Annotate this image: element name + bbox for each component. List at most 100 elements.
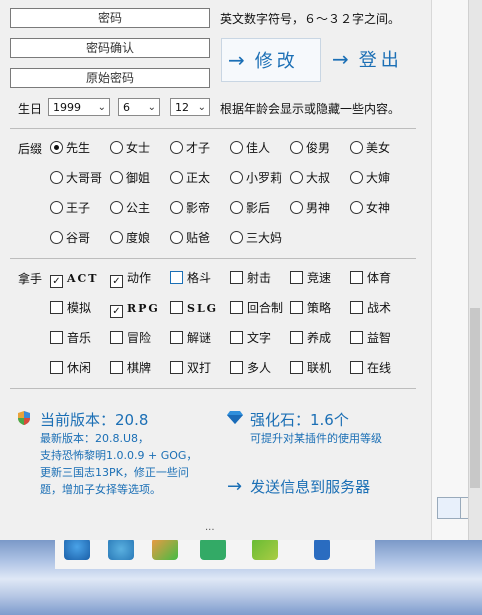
checkbox[interactable] (110, 331, 123, 344)
app-icon-3[interactable] (152, 538, 178, 560)
checkbox[interactable] (230, 331, 243, 344)
suffix-option[interactable]: 女神 (350, 200, 390, 216)
skill-option[interactable]: 竞速 (290, 270, 331, 286)
skill-option[interactable]: 在线 (350, 360, 391, 376)
checkbox[interactable] (230, 361, 243, 374)
radio-button[interactable] (170, 201, 183, 214)
send-to-server-link[interactable]: → 发送信息到服务器 (227, 476, 370, 497)
suffix-option[interactable]: 大叔 (290, 170, 330, 186)
day-select[interactable]: 12 ⌄ (170, 98, 210, 116)
checkbox[interactable] (170, 361, 183, 374)
skill-option[interactable]: SLG (170, 300, 218, 316)
radio-button[interactable] (170, 141, 183, 154)
skill-option[interactable]: 养成 (290, 330, 331, 346)
skill-option[interactable]: 棋牌 (110, 360, 151, 376)
suffix-option[interactable]: 谷哥 (50, 230, 90, 246)
suffix-option[interactable]: 女士 (110, 140, 150, 156)
app-icon-5[interactable] (252, 538, 278, 560)
radio-button[interactable] (350, 141, 363, 154)
checkbox[interactable] (50, 301, 63, 314)
radio-button[interactable] (50, 141, 63, 154)
suffix-option[interactable]: 美女 (350, 140, 390, 156)
list-view-icon[interactable] (437, 497, 461, 519)
radio-button[interactable] (170, 231, 183, 244)
password-field[interactable]: 密码 (10, 8, 210, 28)
skill-option[interactable]: 联机 (290, 360, 331, 376)
checkbox[interactable] (50, 331, 63, 344)
skill-option[interactable]: 模拟 (50, 300, 91, 316)
app-icon-1[interactable] (64, 538, 90, 560)
suffix-option[interactable]: 影帝 (170, 200, 210, 216)
radio-button[interactable] (230, 171, 243, 184)
suffix-option[interactable]: 正太 (170, 170, 210, 186)
app-icon-6[interactable] (314, 538, 330, 560)
checkbox[interactable] (350, 361, 363, 374)
checkbox[interactable] (170, 301, 183, 314)
checkbox[interactable] (170, 271, 183, 284)
radio-button[interactable] (290, 171, 303, 184)
radio-button[interactable] (110, 141, 123, 154)
skill-option[interactable]: ✓ ACT (50, 270, 98, 288)
skill-option[interactable]: 双打 (170, 360, 211, 376)
suffix-option[interactable]: 公主 (110, 200, 150, 216)
radio-button[interactable] (230, 201, 243, 214)
skill-option[interactable]: 体育 (350, 270, 391, 286)
radio-button[interactable] (50, 231, 63, 244)
suffix-option[interactable]: 度娘 (110, 230, 150, 246)
checkbox[interactable] (290, 361, 303, 374)
radio-button[interactable] (50, 201, 63, 214)
suffix-option[interactable]: 三大妈 (230, 230, 282, 246)
checkbox[interactable] (170, 331, 183, 344)
suffix-option[interactable]: 佳人 (230, 140, 270, 156)
radio-button[interactable] (350, 201, 363, 214)
checkbox[interactable] (110, 361, 123, 374)
confirm-password-field[interactable]: 密码确认 (10, 38, 210, 58)
scrollbar-thumb[interactable] (470, 308, 480, 488)
radio-button[interactable] (110, 171, 123, 184)
skill-option[interactable]: 回合制 (230, 300, 283, 316)
skill-option[interactable]: 解谜 (170, 330, 211, 346)
checkbox[interactable]: ✓ (110, 305, 123, 318)
skill-option[interactable]: 多人 (230, 360, 271, 376)
suffix-option[interactable]: 俊男 (290, 140, 330, 156)
radio-button[interactable] (110, 231, 123, 244)
radio-button[interactable] (50, 171, 63, 184)
suffix-option[interactable]: 小罗莉 (230, 170, 282, 186)
suffix-option[interactable]: 男神 (290, 200, 330, 216)
checkbox[interactable] (350, 301, 363, 314)
checkbox[interactable] (290, 331, 303, 344)
month-select[interactable]: 6 ⌄ (118, 98, 160, 116)
skill-option[interactable]: 战术 (350, 300, 391, 316)
suffix-option[interactable]: 御姐 (110, 170, 150, 186)
suffix-option[interactable]: 大婶 (350, 170, 390, 186)
suffix-option[interactable]: 才子 (170, 140, 210, 156)
suffix-option[interactable]: 大哥哥 (50, 170, 102, 186)
skill-option[interactable]: 休闲 (50, 360, 91, 376)
radio-button[interactable] (230, 231, 243, 244)
checkbox[interactable] (350, 331, 363, 344)
suffix-option[interactable]: 影后 (230, 200, 270, 216)
checkbox[interactable]: ✓ (110, 275, 123, 288)
app-icon-2[interactable] (108, 538, 134, 560)
checkbox[interactable] (230, 301, 243, 314)
checkbox[interactable] (350, 271, 363, 284)
radio-button[interactable] (170, 171, 183, 184)
radio-button[interactable] (230, 141, 243, 154)
suffix-option[interactable]: 贴爸 (170, 230, 210, 246)
radio-button[interactable] (110, 201, 123, 214)
checkbox[interactable] (290, 271, 303, 284)
year-select[interactable]: 1999 ⌄ (48, 98, 110, 116)
modify-button[interactable]: → 修改 (221, 38, 321, 82)
skill-option[interactable]: 益智 (350, 330, 391, 346)
logout-button[interactable]: → 登出 (332, 38, 422, 80)
radio-button[interactable] (290, 141, 303, 154)
original-password-field[interactable]: 原始密码 (10, 68, 210, 88)
skill-option[interactable]: 格斗 (170, 270, 211, 286)
skill-option[interactable]: 冒险 (110, 330, 151, 346)
checkbox[interactable]: ✓ (50, 275, 63, 288)
skill-option[interactable]: 文字 (230, 330, 271, 346)
skill-option[interactable]: 策略 (290, 300, 331, 316)
suffix-option[interactable]: 先生 (50, 140, 90, 156)
app-icon-4[interactable] (200, 538, 226, 560)
radio-button[interactable] (290, 201, 303, 214)
